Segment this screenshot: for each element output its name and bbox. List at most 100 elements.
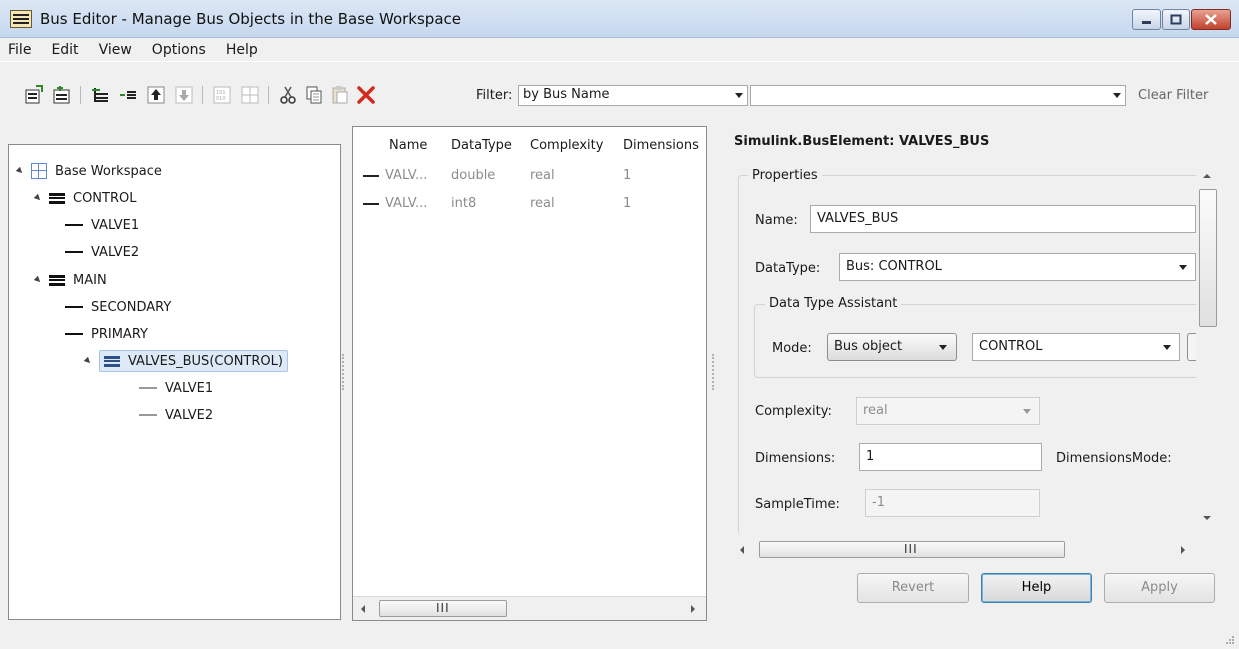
filter-mode-value: by Bus Name bbox=[523, 87, 610, 102]
tree-item-label: VALVE2 bbox=[165, 407, 214, 423]
revert-button[interactable]: Revert bbox=[857, 573, 969, 603]
grid-icon[interactable] bbox=[240, 85, 260, 105]
tree-item-valves-bus[interactable]: VALVES_BUS(CONTROL) bbox=[83, 350, 288, 372]
menu-file[interactable]: File bbox=[8, 42, 31, 58]
svg-text:010: 010 bbox=[216, 96, 226, 102]
column-header-datatype[interactable]: DataType bbox=[451, 138, 512, 153]
sampletime-field[interactable]: -1 bbox=[865, 489, 1040, 517]
minimize-button[interactable] bbox=[1132, 9, 1161, 30]
expand-toggle-icon[interactable] bbox=[33, 193, 43, 203]
cell-name: VALV... bbox=[385, 168, 428, 183]
complexity-select[interactable]: real bbox=[856, 397, 1040, 425]
import-icon[interactable]: 101 010 bbox=[212, 85, 232, 105]
tree-item-control-valve2[interactable]: VALVE2 bbox=[65, 241, 139, 263]
apply-button[interactable]: Apply bbox=[1104, 573, 1215, 603]
properties-horizontal-scrollbar[interactable]: III bbox=[732, 538, 1196, 562]
bus-object-select[interactable]: CONTROL bbox=[972, 333, 1180, 361]
signal-icon bbox=[139, 414, 157, 416]
column-header-name[interactable]: Name bbox=[389, 138, 427, 153]
tree-item-label: VALVE1 bbox=[165, 380, 214, 396]
tree-item-label: MAIN bbox=[73, 272, 107, 288]
signal-icon bbox=[65, 306, 83, 308]
cut-icon[interactable] bbox=[278, 85, 298, 105]
expand-toggle-icon[interactable] bbox=[83, 356, 93, 366]
signal-icon bbox=[139, 387, 157, 389]
scroll-up-icon[interactable] bbox=[1203, 174, 1211, 178]
close-button[interactable] bbox=[1191, 9, 1231, 30]
new-bus-icon[interactable] bbox=[24, 85, 44, 105]
maximize-button[interactable] bbox=[1162, 9, 1190, 30]
tree-item-label: CONTROL bbox=[73, 190, 137, 206]
tree-item-secondary[interactable]: SECONDARY bbox=[65, 296, 171, 318]
paste-icon[interactable] bbox=[330, 85, 350, 105]
scroll-down-icon[interactable] bbox=[1203, 516, 1211, 520]
clear-filter-link[interactable]: Clear Filter bbox=[1138, 88, 1208, 103]
tree-item-valves-bus-valve1[interactable]: VALVE1 bbox=[139, 377, 213, 399]
name-field[interactable]: VALVES_BUS bbox=[810, 205, 1196, 233]
help-button[interactable]: Help bbox=[981, 573, 1092, 603]
filter-input[interactable] bbox=[750, 85, 1126, 106]
scroll-right-icon[interactable] bbox=[691, 605, 695, 613]
menu-help[interactable]: Help bbox=[226, 42, 258, 58]
filter-label: Filter: bbox=[476, 88, 513, 103]
filter-mode-select[interactable]: by Bus Name bbox=[518, 85, 748, 106]
properties-group-label: Properties bbox=[748, 168, 822, 183]
datatype-select[interactable]: Bus: CONTROL bbox=[839, 253, 1196, 281]
tree-item-base-workspace[interactable]: Base Workspace bbox=[15, 160, 162, 182]
expand-toggle-icon[interactable] bbox=[15, 166, 25, 176]
properties-title: Simulink.BusElement: VALVES_BUS bbox=[734, 134, 990, 149]
table-row[interactable]: VALV... int8 real 1 bbox=[353, 193, 706, 215]
scroll-thumb[interactable]: III bbox=[379, 600, 507, 617]
resize-grip-icon[interactable] bbox=[1223, 634, 1235, 646]
tree-item-label: VALVE2 bbox=[91, 244, 140, 260]
copy-icon[interactable] bbox=[304, 85, 324, 105]
scroll-left-icon[interactable] bbox=[361, 605, 365, 613]
delete-icon[interactable] bbox=[356, 85, 376, 105]
move-down-icon[interactable] bbox=[174, 85, 194, 105]
table-horizontal-scrollbar[interactable]: III bbox=[353, 596, 706, 620]
menu-options[interactable]: Options bbox=[152, 42, 206, 58]
menu-edit[interactable]: Edit bbox=[51, 42, 78, 58]
chevron-down-icon bbox=[735, 93, 743, 98]
scroll-thumb[interactable]: III bbox=[759, 541, 1065, 558]
tree-item-label: VALVE1 bbox=[91, 217, 140, 233]
scroll-thumb[interactable] bbox=[1199, 189, 1217, 327]
toolbar: 101 010 Filter: by Bus Name Clear Filter bbox=[0, 62, 1239, 126]
menu-bar: File Edit View Options Help bbox=[0, 38, 1239, 61]
mode-label: Mode: bbox=[772, 341, 812, 356]
new-bus-element-icon[interactable] bbox=[52, 85, 72, 105]
mode-select[interactable]: Bus object bbox=[827, 333, 957, 361]
chevron-down-icon bbox=[939, 345, 947, 350]
tree-item-control-valve1[interactable]: VALVE1 bbox=[65, 214, 139, 236]
properties-vertical-scrollbar[interactable] bbox=[1196, 162, 1220, 536]
column-header-complexity[interactable]: Complexity bbox=[530, 138, 603, 153]
close-icon bbox=[1205, 14, 1217, 25]
data-type-assistant-label: Data Type Assistant bbox=[765, 296, 902, 311]
tree-splitter-handle[interactable] bbox=[342, 354, 344, 390]
scroll-grip: III bbox=[436, 601, 450, 615]
name-value: VALVES_BUS bbox=[817, 211, 899, 226]
maximize-icon bbox=[1170, 14, 1182, 25]
column-header-dimensions[interactable]: Dimensions bbox=[623, 138, 699, 153]
dimensionsmode-label: DimensionsMode: bbox=[1056, 451, 1172, 466]
tree-item-valves-bus-valve2[interactable]: VALVE2 bbox=[139, 404, 213, 426]
insert-element-icon[interactable] bbox=[90, 85, 110, 105]
table-row[interactable]: VALV... double real 1 bbox=[353, 165, 706, 187]
table-header: Name DataType Complexity Dimensions bbox=[353, 127, 706, 164]
insert-sibling-icon[interactable] bbox=[118, 85, 138, 105]
scroll-right-icon[interactable] bbox=[1181, 546, 1185, 554]
tree-item-label: PRIMARY bbox=[91, 326, 148, 342]
scroll-left-icon[interactable] bbox=[740, 546, 744, 554]
table-splitter-handle[interactable] bbox=[712, 354, 714, 390]
chevron-down-icon bbox=[1179, 265, 1187, 270]
dimensions-field[interactable]: 1 bbox=[859, 443, 1042, 471]
sampletime-label: SampleTime: bbox=[755, 497, 840, 512]
tree-item-control[interactable]: CONTROL bbox=[33, 187, 137, 209]
expand-toggle-icon[interactable] bbox=[33, 275, 43, 285]
menu-view[interactable]: View bbox=[99, 42, 132, 58]
cell-complexity: real bbox=[530, 196, 555, 211]
tree-item-primary[interactable]: PRIMARY bbox=[65, 323, 148, 345]
move-up-icon[interactable] bbox=[146, 85, 166, 105]
tree-item-main[interactable]: MAIN bbox=[33, 269, 107, 291]
workspace-icon bbox=[31, 163, 47, 179]
